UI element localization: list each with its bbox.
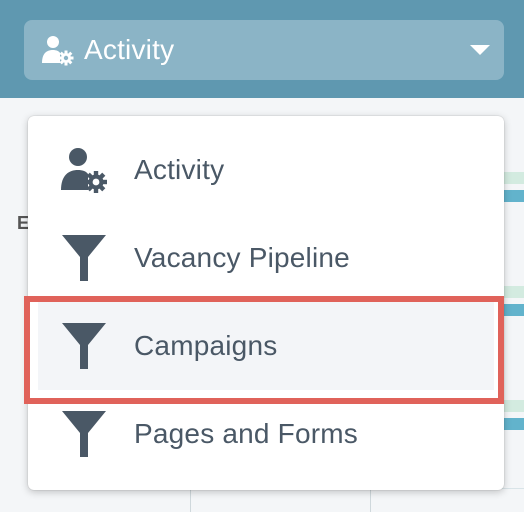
top-bar: Activity xyxy=(0,0,524,98)
menu-item-label: Vacancy Pipeline xyxy=(134,242,350,273)
background-divider xyxy=(370,488,371,512)
menu-item-label: Pages and Forms xyxy=(134,418,358,449)
menu-item-campaigns[interactable]: Campaigns xyxy=(38,302,494,390)
menu-item-label: Campaigns xyxy=(134,330,278,361)
menu-item-label: Activity xyxy=(134,154,225,185)
background-divider xyxy=(190,488,191,512)
menu-item-vacancy-pipeline[interactable]: Vacancy Pipeline xyxy=(28,214,504,302)
funnel-icon xyxy=(56,318,112,374)
view-dropdown-menu: Activity Vacancy Pipeline Campaigns Page… xyxy=(28,116,504,490)
chevron-down-icon xyxy=(470,45,490,55)
menu-item-activity[interactable]: Activity xyxy=(28,126,504,214)
user-gear-icon xyxy=(40,33,74,67)
user-gear-icon xyxy=(56,142,112,198)
funnel-icon xyxy=(56,406,112,462)
selected-view-label: Activity xyxy=(84,34,175,65)
view-selector-dropdown[interactable]: Activity xyxy=(24,20,504,80)
funnel-icon xyxy=(56,230,112,286)
menu-item-pages-and-forms[interactable]: Pages and Forms xyxy=(28,390,504,478)
